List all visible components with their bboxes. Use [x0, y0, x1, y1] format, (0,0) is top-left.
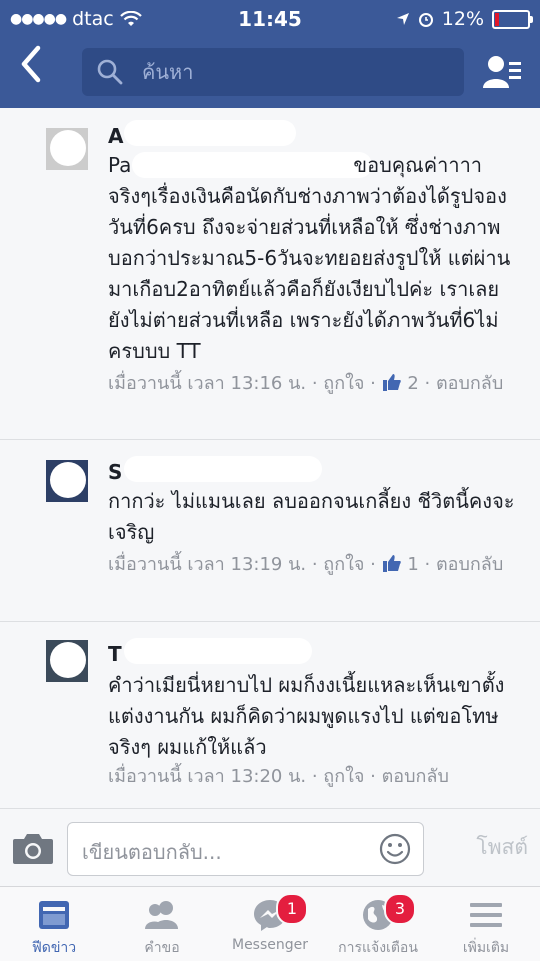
tab-news-feed[interactable]: ฟีดข่าว: [0, 887, 108, 961]
notifications-badge: 3: [384, 893, 416, 925]
reply-link[interactable]: ตอบกลับ: [436, 373, 503, 394]
comment-meta: เมื่อวานนี้ เวลา 13:16 น. · ถูกใจ · 2 · …: [108, 373, 504, 394]
redaction-mask: [124, 120, 296, 146]
like-link[interactable]: ถูกใจ: [323, 554, 364, 575]
tab-label: ฟีดข่าว: [31, 940, 77, 956]
like-link[interactable]: ถูกใจ: [323, 766, 364, 787]
avatar[interactable]: [46, 640, 88, 682]
status-bar: ●●●●● dtac 11:45 12%: [0, 0, 540, 38]
comment-text: กากว่ะ ไม่แมนเลย ลบออกจนเกลี้ยง ชีวิตนี้…: [108, 489, 515, 544]
comment-meta: เมื่อวานนี้ เวลา 13:19 น. · ถูกใจ · 1 · …: [108, 554, 504, 575]
top-bar: ●●●●● dtac 11:45 12%: [0, 0, 540, 108]
reply-link[interactable]: ตอบกลับ: [382, 766, 449, 787]
avatar[interactable]: [46, 128, 88, 170]
comment-item: A Pa ขอบคุณค่าาาา จริงๆเรื่องเงินคือนัดกั…: [0, 108, 540, 440]
reply-input[interactable]: เขียนตอบกลับ...: [67, 822, 424, 876]
post-button[interactable]: โพสต์: [476, 831, 528, 864]
like-link[interactable]: ถูกใจ: [323, 373, 364, 394]
bottom-tab-bar: ฟีดข่าว คำขอ 1 Messenger 3 การแจ้งเตือน: [0, 886, 540, 961]
tab-messenger[interactable]: 1 Messenger: [216, 887, 324, 961]
tab-label: เพิ่มเติม: [462, 940, 510, 956]
comment-timestamp: เมื่อวานนี้ เวลา 13:19 น.: [108, 554, 307, 575]
reply-link[interactable]: ตอบกลับ: [436, 554, 503, 575]
reply-composer: เขียนตอบกลับ... โพสต์: [0, 808, 540, 887]
search-box[interactable]: [82, 48, 464, 96]
comment-timestamp: เมื่อวานนี้ เวลา 13:20 น.: [108, 766, 307, 787]
tab-notifications[interactable]: 3 การแจ้งเตือน: [324, 887, 432, 961]
location-arrow-icon: [396, 13, 409, 25]
commenter-name[interactable]: S: [108, 460, 122, 484]
comment-timestamp: เมื่อวานนี้ เวลา 13:16 น.: [108, 373, 307, 394]
reply-placeholder: เขียนตอบกลับ...: [82, 840, 222, 864]
like-thumb-icon: [382, 374, 401, 391]
like-thumb-icon: [382, 555, 401, 572]
chevron-left-icon: [21, 45, 41, 83]
menu-icon: [470, 903, 502, 927]
comment-text-start: Pa: [108, 153, 132, 177]
redaction-mask: [124, 638, 312, 664]
tab-more[interactable]: เพิ่มเติม: [432, 887, 540, 961]
tab-label: Messenger: [231, 937, 309, 953]
battery-icon: [492, 9, 533, 29]
friend-requests-icon: [145, 901, 178, 929]
comment-text: Pa ขอบคุณค่าาาา จริงๆเรื่องเงินคือนัดกับช…: [108, 153, 511, 363]
emoji-icon[interactable]: [379, 833, 411, 865]
like-count: 2: [407, 373, 419, 394]
comment-meta: เมื่อวานนี้ เวลา 13:20 น. · ถูกใจ · ตอบก…: [108, 766, 449, 787]
comment-item: S กากว่ะ ไม่แมนเลย ลบออกจนเกลี้ยง ชีวิตน…: [0, 440, 540, 622]
friends-list-icon[interactable]: [482, 52, 522, 92]
camera-icon[interactable]: [12, 831, 54, 865]
alarm-icon: [418, 13, 433, 27]
tab-requests[interactable]: คำขอ: [108, 887, 216, 961]
search-input[interactable]: [140, 59, 444, 85]
search-icon: [97, 59, 123, 85]
avatar[interactable]: [46, 460, 88, 502]
commenter-name[interactable]: A: [108, 124, 123, 148]
tab-label: คำขอ: [144, 940, 180, 956]
messenger-badge: 1: [276, 893, 308, 925]
commenter-name[interactable]: T: [108, 642, 122, 666]
back-button[interactable]: [18, 44, 58, 94]
comment-list: A Pa ขอบคุณค่าาาา จริงๆเรื่องเงินคือนัดกั…: [0, 108, 540, 808]
comment-text: คำว่าเมียนี่หยาบไป ผมก็งงเนี้ยแหละเห็นเข…: [108, 673, 505, 759]
redaction-mask: [124, 456, 322, 482]
like-count: 1: [407, 554, 419, 575]
battery-percent: 12%: [441, 8, 484, 30]
news-feed-icon: [39, 901, 69, 929]
comment-item: T คำว่าเมียนี่หยาบไป ผมก็งงเนี้ยแหละเห็น…: [0, 622, 540, 808]
tab-label: การแจ้งเตือน: [338, 940, 418, 956]
